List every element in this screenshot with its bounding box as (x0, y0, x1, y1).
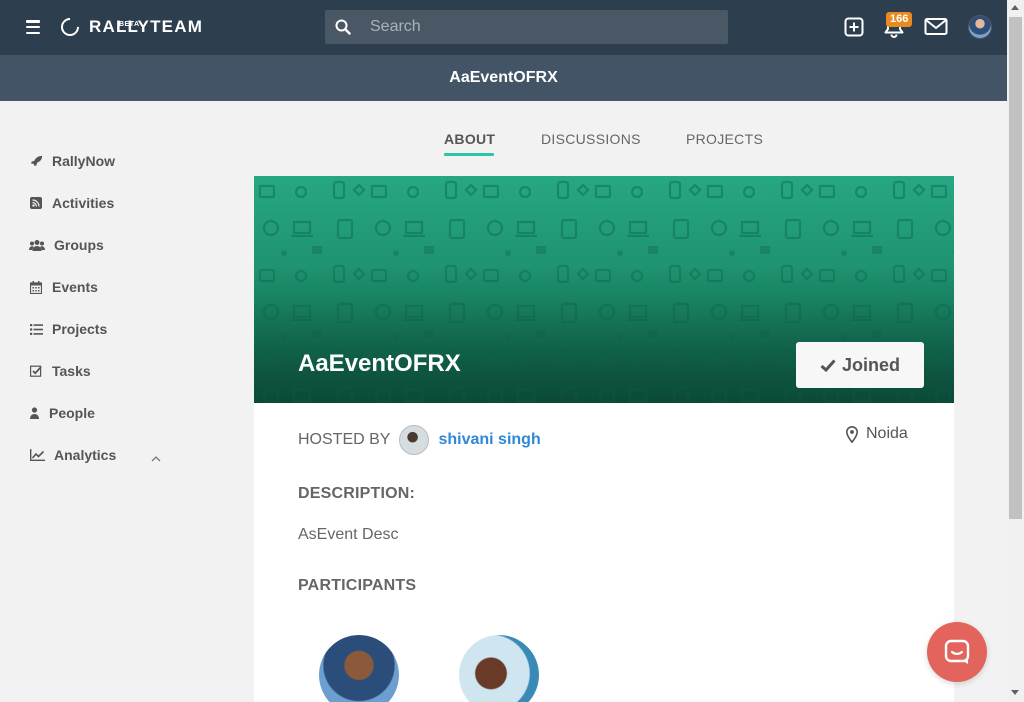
event-banner: AaEventOFRX Joined (254, 176, 954, 403)
participant-avatar[interactable] (319, 635, 399, 702)
rocket-icon (29, 154, 43, 168)
page-title-bar: AaEventOFRX (0, 55, 1007, 101)
checkbox-icon (29, 364, 43, 378)
search-icon (325, 10, 361, 44)
chevron-up-icon[interactable] (151, 449, 161, 467)
participant-avatar[interactable] (459, 635, 539, 702)
add-icon[interactable] (844, 14, 864, 40)
hosted-by-label: HOSTED BY (298, 431, 391, 448)
page-scrollbar[interactable] (1007, 0, 1024, 702)
logo-text: RALLYTEAM (89, 17, 204, 36)
user-avatar[interactable] (968, 15, 992, 39)
users-icon (29, 238, 45, 252)
search-bar[interactable] (325, 10, 728, 44)
active-tab-indicator (444, 153, 494, 156)
check-icon (820, 358, 836, 372)
calendar-icon (29, 280, 43, 294)
event-location: Noida (846, 425, 908, 443)
tab-discussions[interactable]: DISCUSSIONS (541, 131, 641, 147)
sidebar-item-label: Projects (52, 321, 108, 337)
sidebar-item-label: RallyNow (52, 153, 116, 169)
scroll-up-arrow-icon[interactable] (1011, 5, 1019, 10)
beta-label: BETA (119, 21, 140, 28)
host-avatar[interactable] (399, 425, 430, 455)
sidebar-item-tasks[interactable]: Tasks (29, 363, 91, 379)
chat-launcher-button[interactable] (927, 622, 987, 682)
scroll-down-arrow-icon[interactable] (1011, 690, 1019, 695)
sidebar-item-label: People (49, 405, 95, 421)
event-title: AaEventOFRX (298, 350, 461, 377)
sidebar-item-label: Tasks (52, 363, 91, 379)
logo-ring-icon (57, 14, 83, 40)
hosted-by: HOSTED BY shivani singh (298, 425, 541, 455)
menu-icon[interactable] (26, 20, 40, 34)
sidebar-item-people[interactable]: People (29, 405, 95, 421)
scrollbar-thumb[interactable] (1009, 17, 1022, 519)
sidebar-item-analytics[interactable]: Analytics (29, 447, 116, 463)
search-input[interactable] (370, 18, 710, 36)
tab-about[interactable]: ABOUT (444, 131, 495, 147)
event-card: AaEventOFRX Joined HOSTED BY shivani sin… (254, 176, 954, 702)
list-icon (29, 322, 43, 336)
sidebar-item-groups[interactable]: Groups (29, 237, 104, 253)
description-text: AsEvent Desc (298, 526, 399, 543)
rss-icon (29, 196, 43, 210)
sidebar-item-events[interactable]: Events (29, 279, 98, 295)
sidebar-item-label: Analytics (54, 447, 117, 463)
sidebar-item-label: Activities (52, 195, 115, 211)
location-text: Noida (866, 425, 908, 442)
description-heading: DESCRIPTION: (298, 485, 416, 502)
page-title: AaEventOFRX (449, 69, 558, 86)
joined-button[interactable]: Joined (796, 342, 924, 388)
tab-projects[interactable]: PROJECTS (686, 131, 763, 147)
line-chart-icon (29, 448, 45, 462)
notification-badge: 166 (886, 12, 913, 27)
sidebar-item-activities[interactable]: Activities (29, 195, 114, 211)
joined-label: Joined (841, 354, 900, 375)
sidebar-item-label: Events (52, 279, 98, 295)
sidebar-item-label: Groups (54, 237, 104, 253)
top-navbar: RALLYTEAM BETA 166 (0, 0, 1007, 55)
chat-icon (944, 639, 970, 664)
user-icon (29, 406, 40, 420)
mail-icon[interactable] (924, 14, 948, 40)
host-name-link[interactable]: shivani singh (438, 431, 540, 449)
sidebar-item-rallynow[interactable]: RallyNow (29, 153, 115, 169)
participants-heading: PARTICIPANTS (298, 577, 417, 594)
map-marker-icon (846, 425, 858, 443)
sidebar-item-projects[interactable]: Projects (29, 321, 107, 337)
